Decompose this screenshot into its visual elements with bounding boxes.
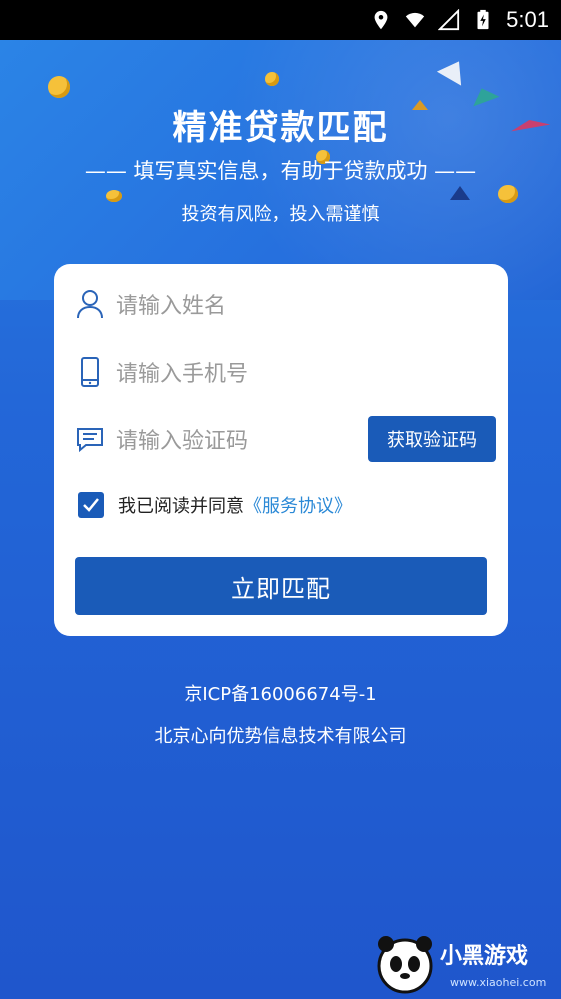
- name-input[interactable]: 请输入姓名: [116, 288, 226, 320]
- risk-notice: 投资有风险，投入需谨慎: [181, 204, 380, 225]
- status-bar: 5:01: [0, 0, 561, 40]
- confetti-decoration: [450, 186, 470, 200]
- page-subtitle: —— 填写真实信息，有助于贷款成功 ——: [84, 159, 477, 183]
- message-icon: [77, 428, 103, 453]
- company-name: 北京心向优势信息技术有限公司: [154, 726, 407, 747]
- agree-checkbox[interactable]: [78, 492, 104, 518]
- watermark-url: www.xiaohei.com: [450, 976, 547, 989]
- agreement-row: 我已阅读并同意 《服务协议》: [78, 492, 352, 518]
- get-code-button[interactable]: 获取验证码: [368, 416, 496, 462]
- wifi-icon: [406, 12, 425, 28]
- coin-decoration: [265, 72, 279, 86]
- form-card: 请输入姓名 请输入手机号 请输入验证码 获取验证码 我已阅读并同意 《服务协议》…: [54, 264, 508, 636]
- location-icon: [374, 10, 388, 30]
- status-time: 5:01: [506, 7, 549, 32]
- name-field[interactable]: 请输入姓名: [76, 284, 226, 324]
- user-icon: [77, 290, 103, 319]
- agreement-link[interactable]: 《服务协议》: [244, 492, 352, 518]
- check-icon: [83, 498, 99, 512]
- watermark-text: 小黑游戏: [440, 944, 529, 969]
- page-title: 精准贷款匹配: [172, 108, 389, 148]
- submit-button[interactable]: 立即匹配: [75, 557, 487, 615]
- watermark-logo: 小黑游戏 www.xiaohei.com: [370, 930, 560, 995]
- icp-number: 京ICP备16006674号-1: [184, 684, 377, 705]
- phone-icon: [81, 357, 99, 387]
- code-field[interactable]: 请输入验证码: [76, 419, 248, 459]
- phone-field[interactable]: 请输入手机号: [76, 352, 248, 392]
- battery-icon: [477, 9, 489, 30]
- coin-decoration: [48, 76, 70, 98]
- agree-text: 我已阅读并同意: [118, 496, 244, 517]
- code-input[interactable]: 请输入验证码: [116, 423, 248, 455]
- signal-icon: [438, 9, 460, 31]
- phone-input[interactable]: 请输入手机号: [116, 356, 248, 388]
- footer: 京ICP备16006674号-1 北京心向优势信息技术有限公司: [0, 680, 561, 764]
- confetti-decoration: [436, 54, 472, 86]
